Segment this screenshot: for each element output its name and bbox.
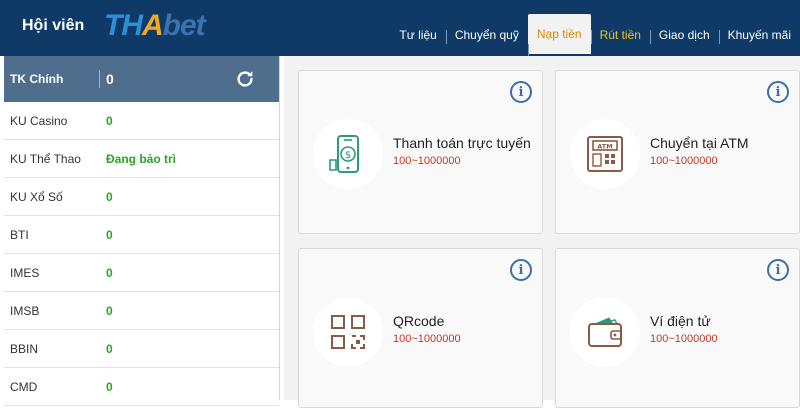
method-card-atm-transfer[interactable]: i ATM Chuyển tại ATM 100~1000000 [555, 70, 800, 234]
method-card-online-payment[interactable]: i $ Thanh toán trực tuyến 100~1000000 [298, 70, 543, 234]
account-row-imes: IMES 0 [4, 254, 279, 292]
account-balance: 0 [106, 227, 113, 242]
nav-rut-tien[interactable]: Rút tiền [590, 0, 650, 56]
account-label: IMES [10, 265, 40, 280]
nav-chuyen-quy[interactable]: Chuyển quỹ [445, 0, 528, 56]
account-row-ku-casino: KU Casino 0 [4, 102, 279, 140]
method-range: 100~1000000 [650, 155, 718, 167]
main-account-label: TK Chính [10, 72, 64, 86]
atm-icon: ATM [587, 136, 623, 172]
nav-nap-tien[interactable]: Nạp tiền [527, 14, 591, 58]
logo-part-3: bet [162, 9, 206, 42]
icon-circle: $ [313, 119, 383, 189]
method-range: 100~1000000 [650, 333, 718, 345]
info-icon[interactable]: i [510, 81, 532, 103]
account-label: KU Xổ Số [10, 189, 63, 204]
refresh-icon[interactable] [234, 68, 256, 90]
nav-khuyen-mai[interactable]: Khuyến mãi [718, 0, 800, 56]
account-balance: 0 [106, 113, 113, 128]
account-row-ku-the-thao: KU Thể Thao Đang bảo trì [4, 140, 279, 178]
account-balance: 0 [106, 265, 113, 280]
account-row-ku-xo-so: KU Xổ Số 0 [4, 178, 279, 216]
method-title: QRcode [393, 313, 445, 329]
deposit-methods-panel: i $ Thanh toán trực tuyến 100~1000000 i … [284, 56, 800, 408]
method-range: 100~1000000 [393, 333, 461, 345]
svg-text:$: $ [345, 150, 351, 161]
mobile-payment-icon: $ [329, 135, 359, 173]
main-account-row: TK Chính 0 [4, 56, 279, 102]
member-label: Hội viên [22, 17, 85, 34]
account-row-bti: BTI 0 [4, 216, 279, 254]
info-icon[interactable]: i [767, 259, 789, 281]
divider [99, 70, 100, 88]
qrcode-icon [331, 315, 365, 349]
brand-logo[interactable]: THAbet [104, 9, 206, 43]
account-status: Đang bảo trì [106, 151, 177, 166]
account-balance: 0 [106, 303, 113, 318]
account-balance: 0 [106, 189, 113, 204]
account-label: IMSB [10, 303, 40, 318]
account-balance: 0 [106, 341, 113, 356]
info-icon[interactable]: i [510, 259, 532, 281]
account-label: BBIN [10, 341, 39, 356]
logo-part-1: TH [104, 9, 143, 42]
main-account-balance: 0 [106, 71, 114, 87]
account-label: CMD [10, 379, 38, 394]
account-row-imsb: IMSB 0 [4, 292, 279, 330]
method-title: Ví điện tử [650, 313, 711, 329]
nav-giao-dich[interactable]: Giao dịch [649, 0, 719, 56]
icon-circle: ATM [570, 119, 640, 189]
logo-part-2: A [142, 9, 164, 42]
account-sidebar: TK Chính 0 KU Casino 0 KU Thể Thao Đang … [4, 56, 280, 406]
method-title: Chuyển tại ATM [650, 135, 749, 151]
icon-circle [570, 297, 640, 367]
account-label: BTI [10, 227, 29, 242]
icon-circle [313, 297, 383, 367]
svg-text:ATM: ATM [597, 143, 612, 151]
account-balance: 0 [106, 379, 113, 394]
account-row-cmd: CMD 0 [4, 368, 279, 406]
account-label: KU Casino [10, 113, 68, 128]
nav-tu-lieu[interactable]: Tư liệu [390, 0, 445, 56]
top-header: Hội viên THAbet Tư liệu Chuyển quỹ Nạp t… [0, 0, 800, 58]
method-card-qrcode[interactable]: i QRcode 100~1000000 [298, 248, 543, 408]
method-range: 100~1000000 [393, 155, 461, 167]
account-row-bbin: BBIN 0 [4, 330, 279, 368]
method-title: Thanh toán trực tuyến [393, 135, 531, 151]
wallet-icon [588, 317, 622, 347]
info-icon[interactable]: i [767, 81, 789, 103]
main-nav: Tư liệu Chuyển quỹ Nạp tiền Rút tiền Gia… [390, 0, 800, 58]
method-card-e-wallet[interactable]: i Ví điện tử 100~1000000 [555, 248, 800, 408]
account-label: KU Thể Thao [10, 151, 81, 166]
